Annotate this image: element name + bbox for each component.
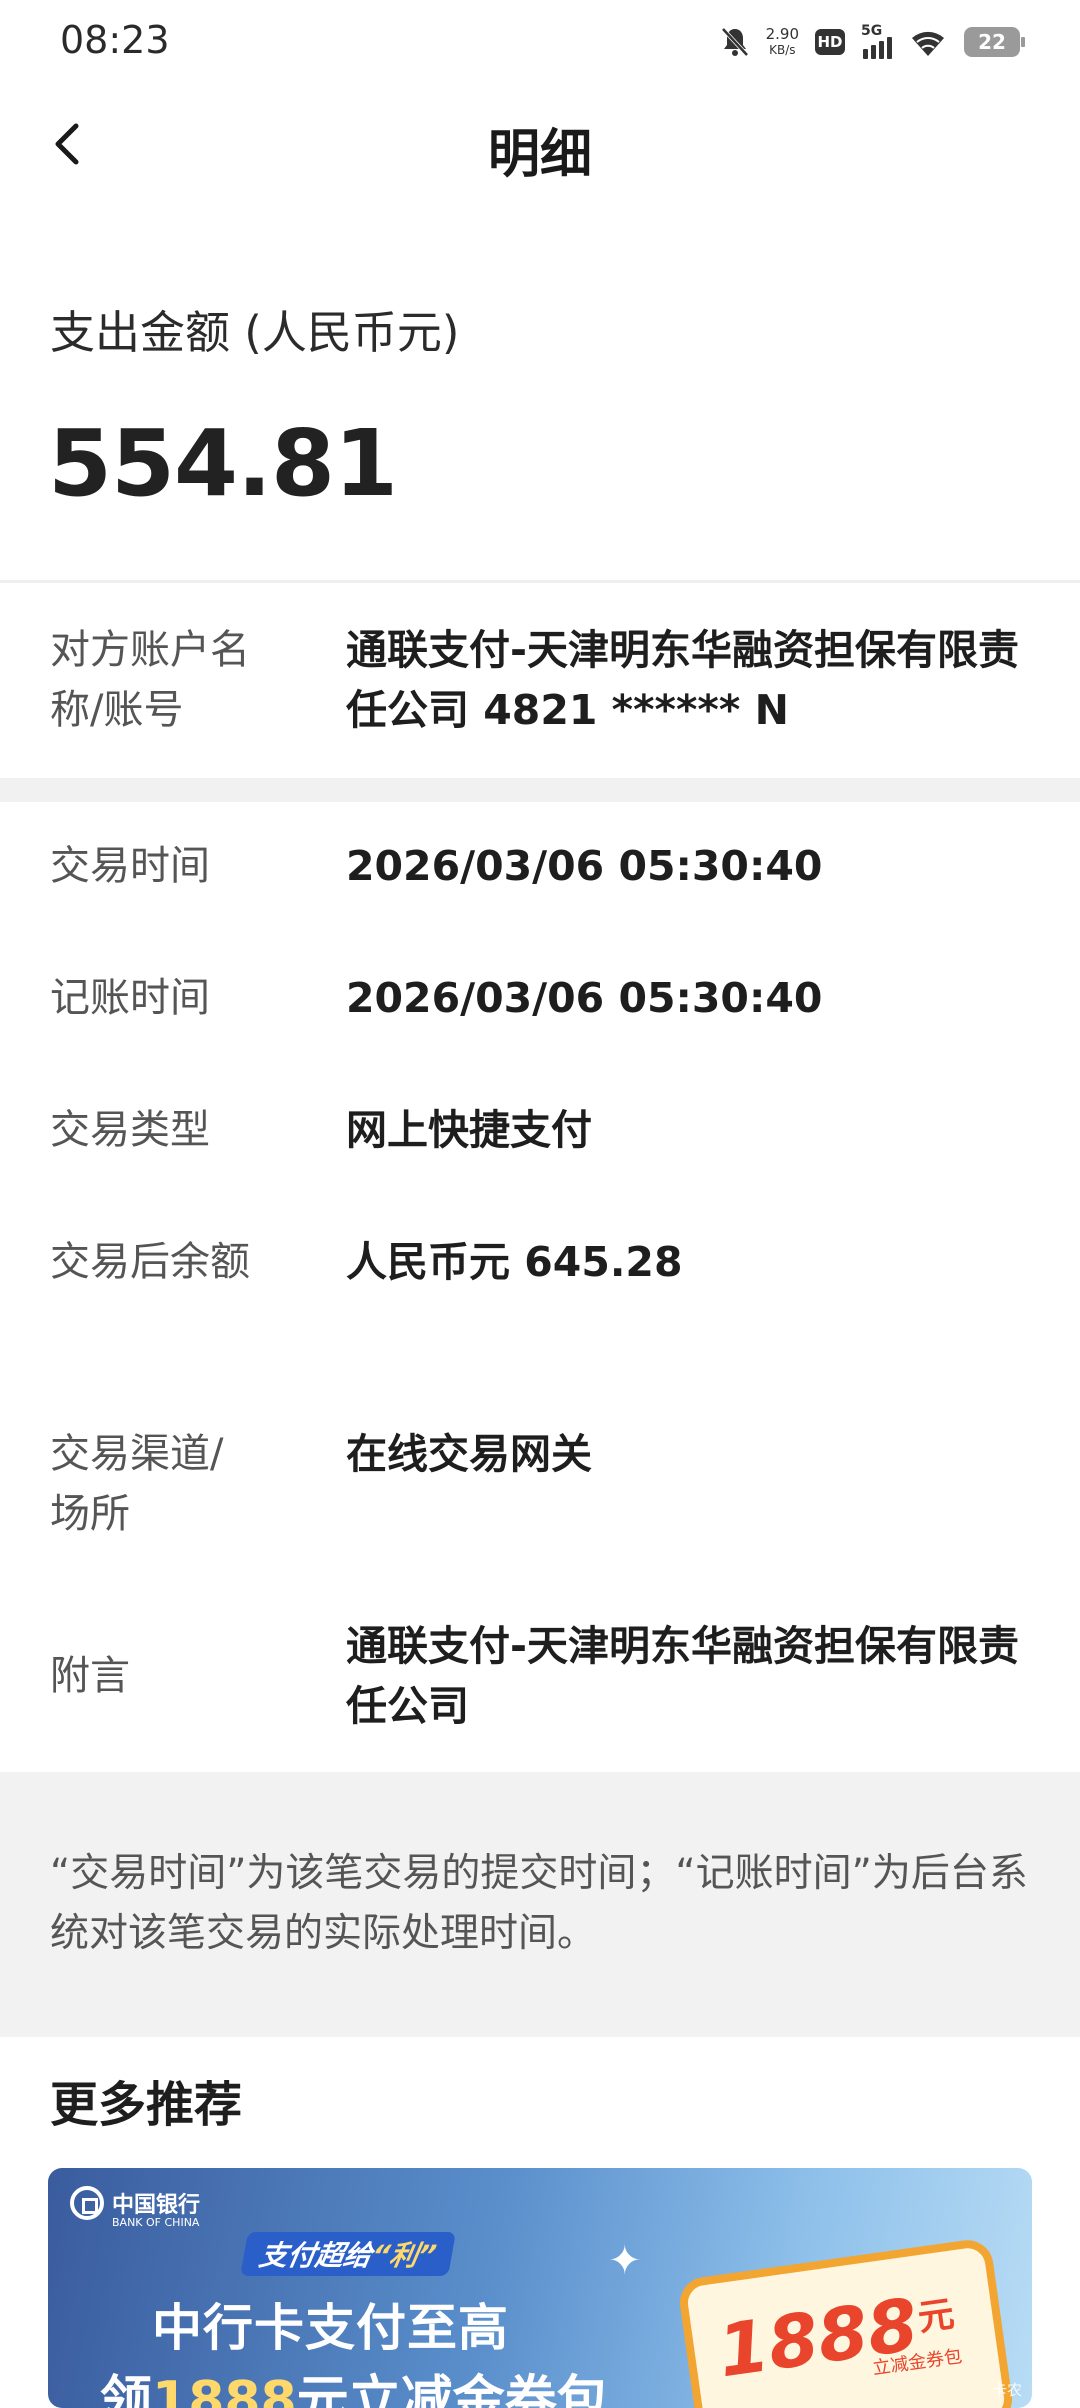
promo-line2-pre: 领	[100, 2371, 153, 2408]
coupon-graphic: 1888 元 立减金券包	[676, 2236, 1016, 2408]
header: 明细	[0, 84, 1080, 214]
status-icons: 2.90 KB/s HD 5G 22	[720, 22, 1025, 62]
bank-of-china-icon	[70, 2186, 104, 2220]
note-section: “交易时间”为该笔交易的提交时间；“记账时间”为后台系统对该笔交易的实际处理时间…	[0, 1772, 1080, 2037]
detail-key: 交易渠道/场所	[50, 1431, 224, 1537]
detail-value: 网上快捷支付	[346, 1106, 592, 1154]
amount-value: 554.81	[48, 410, 398, 517]
detail-key: 记账时间	[50, 975, 210, 1021]
hd-icon: HD	[815, 29, 845, 55]
sparkle-icon: ✦	[608, 2238, 642, 2284]
detail-key: 交易后余额	[50, 1239, 250, 1285]
promo-banner[interactable]: 中国银行 BANK OF CHINA 支付超给“利” ✦ 中行卡支付至高 领18…	[48, 2168, 1032, 2408]
net-speed-unit: KB/s	[769, 43, 796, 57]
detail-key: 对方账户名称/账号	[50, 627, 250, 733]
status-time: 08:23	[60, 18, 170, 62]
net-speed-value: 2.90	[765, 25, 799, 43]
bank-name-en: BANK OF CHINA	[112, 2216, 200, 2229]
promo-tag-prefix: 支付超给	[256, 2239, 375, 2272]
battery-icon: 22	[964, 27, 1025, 57]
detail-value: 人民币元 645.28	[346, 1238, 683, 1286]
net-speed: 2.90 KB/s	[766, 26, 799, 58]
promo-line2: 领1888元立减金券包	[100, 2358, 609, 2408]
detail-key: 交易时间	[50, 843, 210, 889]
more-title: 更多推荐	[50, 2077, 243, 2133]
ad-label: 卡农	[991, 2381, 1022, 2399]
bank-logo: 中国银行 BANK OF CHINA	[70, 2186, 201, 2229]
coupon-unit: 元	[915, 2293, 957, 2340]
promo-tag: 支付超给“利”	[240, 2232, 456, 2276]
detail-value: 通联支付-天津明东华融资担保有限责任公司 4821 ****** N	[346, 626, 1020, 734]
detail-value: 通联支付-天津明东华融资担保有限责任公司	[346, 1622, 1020, 1730]
network-type-label: 5G	[861, 23, 883, 39]
detail-value: 2026/03/06 05:30:40	[346, 842, 823, 890]
mute-icon	[721, 27, 749, 57]
promo-line2-num: 1888	[152, 2371, 297, 2408]
status-bar: 08:23 2.90 KB/s HD 5G 22	[0, 0, 1080, 84]
page-title: 明细	[487, 125, 592, 185]
wifi-icon	[912, 31, 944, 56]
detail-key: 附言	[50, 1653, 130, 1699]
detail-value: 2026/03/06 05:30:40	[346, 974, 823, 1022]
detail-key: 交易类型	[50, 1107, 210, 1153]
promo-tag-highlight: “利”	[368, 2239, 439, 2272]
section-divider	[0, 778, 1080, 802]
bank-name-cn: 中国银行	[112, 2192, 201, 2218]
divider	[0, 580, 1080, 583]
promo-line1: 中行卡支付至高	[152, 2299, 509, 2357]
detail-value: 在线交易网关	[346, 1430, 592, 1478]
signal-icon: 5G	[861, 23, 892, 59]
promo-line2-post: 元立减金券包	[296, 2371, 609, 2408]
amount-label: 支出金额 (人民币元)	[50, 306, 460, 359]
note-text: “交易时间”为该笔交易的提交时间；“记账时间”为后台系统对该笔交易的实际处理时间…	[50, 1851, 1028, 1956]
